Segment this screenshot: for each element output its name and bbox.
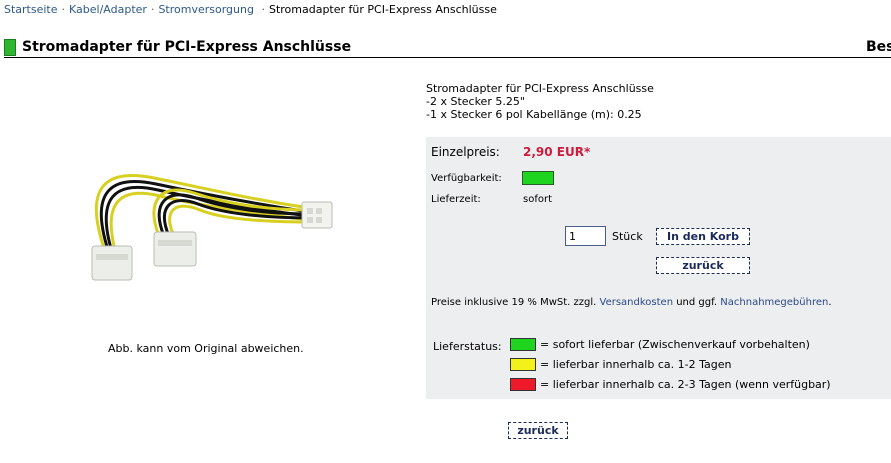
header-right-text: Bes xyxy=(866,39,891,55)
product-image xyxy=(84,138,340,298)
breadcrumb-separator: · xyxy=(150,3,155,16)
delivery-status-label: Lieferstatus: xyxy=(433,340,502,353)
price-note: Preise inklusive 19 % MwSt. zzgl. Versan… xyxy=(431,297,832,308)
delivery-status-row: = lieferbar innerhalb ca. 2-3 Tagen (wen… xyxy=(510,377,831,392)
power-adapter-cable-image xyxy=(91,174,333,281)
description-line: Stromadapter für PCI-Express Anschlüsse xyxy=(426,82,654,95)
purchase-panel: Einzelpreis: 2,90 EUR* Verfügbarkeit: Li… xyxy=(426,137,891,399)
availability-indicator xyxy=(522,171,554,185)
status-text: = sofort lieferbar (Zwischenverkauf vorb… xyxy=(540,337,810,351)
add-to-cart-button[interactable]: In den Korb xyxy=(656,228,750,245)
back-button[interactable]: zurück xyxy=(656,257,750,274)
status-yellow-swatch xyxy=(510,357,536,371)
price-note-prefix: Preise inklusive 19 % MwSt. zzgl. xyxy=(431,297,597,308)
status-text: = lieferbar innerhalb ca. 1-2 Tagen xyxy=(540,357,732,371)
description-line: -1 x Stecker 6 pol Kabellänge (m): 0.25 xyxy=(426,108,642,121)
availability-label: Verfügbarkeit: xyxy=(431,173,502,184)
breadcrumb: Startseite · Kabel/Adapter · Stromversorgung… xyxy=(4,3,497,16)
quantity-unit-label: Stück xyxy=(612,230,643,243)
status-green-swatch xyxy=(510,337,536,351)
price-label: Einzelpreis: xyxy=(431,145,500,159)
product-description: Stromadapter für PCI-Express Anschlüsse … xyxy=(426,82,654,121)
breadcrumb-link-kabel-adapter[interactable]: Kabel/Adapter xyxy=(69,3,147,16)
delivery-time-label: Lieferzeit: xyxy=(431,194,481,205)
title-bar: Stromadapter für PCI-Express Anschlüsse … xyxy=(4,38,891,58)
breadcrumb-link-stromversorgung[interactable]: Stromversorgung xyxy=(158,3,254,16)
title-marker-icon xyxy=(4,39,16,56)
price-note-suffix: . xyxy=(828,297,832,308)
delivery-status-row: = sofort lieferbar (Zwischenverkauf vorb… xyxy=(510,337,810,352)
status-red-swatch xyxy=(510,377,536,391)
delivery-status-row: = lieferbar innerhalb ca. 1-2 Tagen xyxy=(510,357,731,372)
breadcrumb-separator: · xyxy=(61,3,66,16)
status-text: = lieferbar innerhalb ca. 2-3 Tagen (wen… xyxy=(540,377,831,391)
breadcrumb-link-startseite[interactable]: Startseite xyxy=(4,3,58,16)
price-note-middle: und ggf. xyxy=(676,297,718,308)
breadcrumb-separator: · xyxy=(261,3,265,16)
description-line: -2 x Stecker 5.25" xyxy=(426,95,525,108)
cod-fees-link[interactable]: Nachnahmegebühren xyxy=(720,297,828,308)
shipping-costs-link[interactable]: Versandkosten xyxy=(600,297,674,308)
image-caption: Abb. kann vom Original abweichen. xyxy=(108,342,304,355)
page-title: Stromadapter für PCI-Express Anschlüsse xyxy=(22,39,352,55)
quantity-input[interactable] xyxy=(565,226,606,246)
footer-back-button[interactable]: zurück xyxy=(508,422,568,439)
price-value: 2,90 EUR* xyxy=(523,145,591,159)
delivery-time-value: sofort xyxy=(523,194,552,205)
breadcrumb-current: Stromadapter für PCI-Express Anschlüsse xyxy=(268,3,497,16)
